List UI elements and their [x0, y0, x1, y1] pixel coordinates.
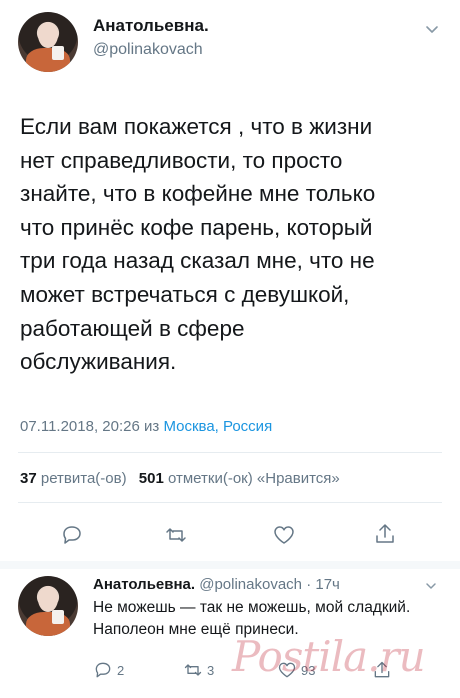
chevron-down-icon[interactable]: [425, 580, 437, 592]
tweet-meta: 07.11.2018, 20:26 из Москва, Россия: [20, 418, 272, 435]
reply-icon[interactable]: [60, 523, 84, 547]
share-icon[interactable]: [373, 522, 397, 546]
tweet-timestamp[interactable]: 07.11.2018, 20:26: [20, 418, 140, 435]
reply-icon: [95, 662, 111, 678]
reply-author-name[interactable]: Анатольевна.: [93, 576, 195, 593]
likes-count[interactable]: 501: [139, 470, 164, 487]
likes-label[interactable]: отметки(-ок) «Нравится»: [168, 470, 340, 487]
reply-header: Анатольевна. @polinakovach · 17ч: [93, 576, 340, 593]
retweet-count: 3: [207, 662, 215, 678]
tweet-text: Если вам покажется , что в жизни нет спр…: [20, 114, 376, 375]
author-name[interactable]: Анатольевна.: [93, 16, 209, 36]
tweet-location[interactable]: Москва, Россия: [163, 418, 272, 435]
retweet-icon: [184, 664, 202, 676]
reply-retweet-button[interactable]: 3: [183, 660, 214, 680]
retweets-label[interactable]: ретвита(-ов): [41, 470, 127, 487]
reply-author-handle[interactable]: @polinakovach · 17ч: [199, 576, 340, 593]
reply-count: 2: [117, 662, 125, 678]
chevron-down-icon[interactable]: [425, 22, 439, 36]
reply-reply-button[interactable]: 2: [93, 660, 124, 680]
retweets-count[interactable]: 37: [20, 470, 37, 487]
divider: [18, 502, 442, 503]
author-avatar[interactable]: [18, 12, 78, 72]
heart-icon[interactable]: [272, 523, 296, 547]
watermark: Postila.ru: [232, 632, 426, 681]
author-handle[interactable]: @polinakovach: [93, 41, 203, 59]
retweet-icon[interactable]: [164, 523, 188, 547]
divider: [18, 452, 442, 453]
from-label: из: [144, 418, 160, 435]
section-separator: [0, 561, 460, 569]
tweet-stats: 37 ретвита(-ов) 501 отметки(-ок) «Нравит…: [20, 470, 340, 487]
reply-author-avatar[interactable]: [18, 576, 78, 636]
